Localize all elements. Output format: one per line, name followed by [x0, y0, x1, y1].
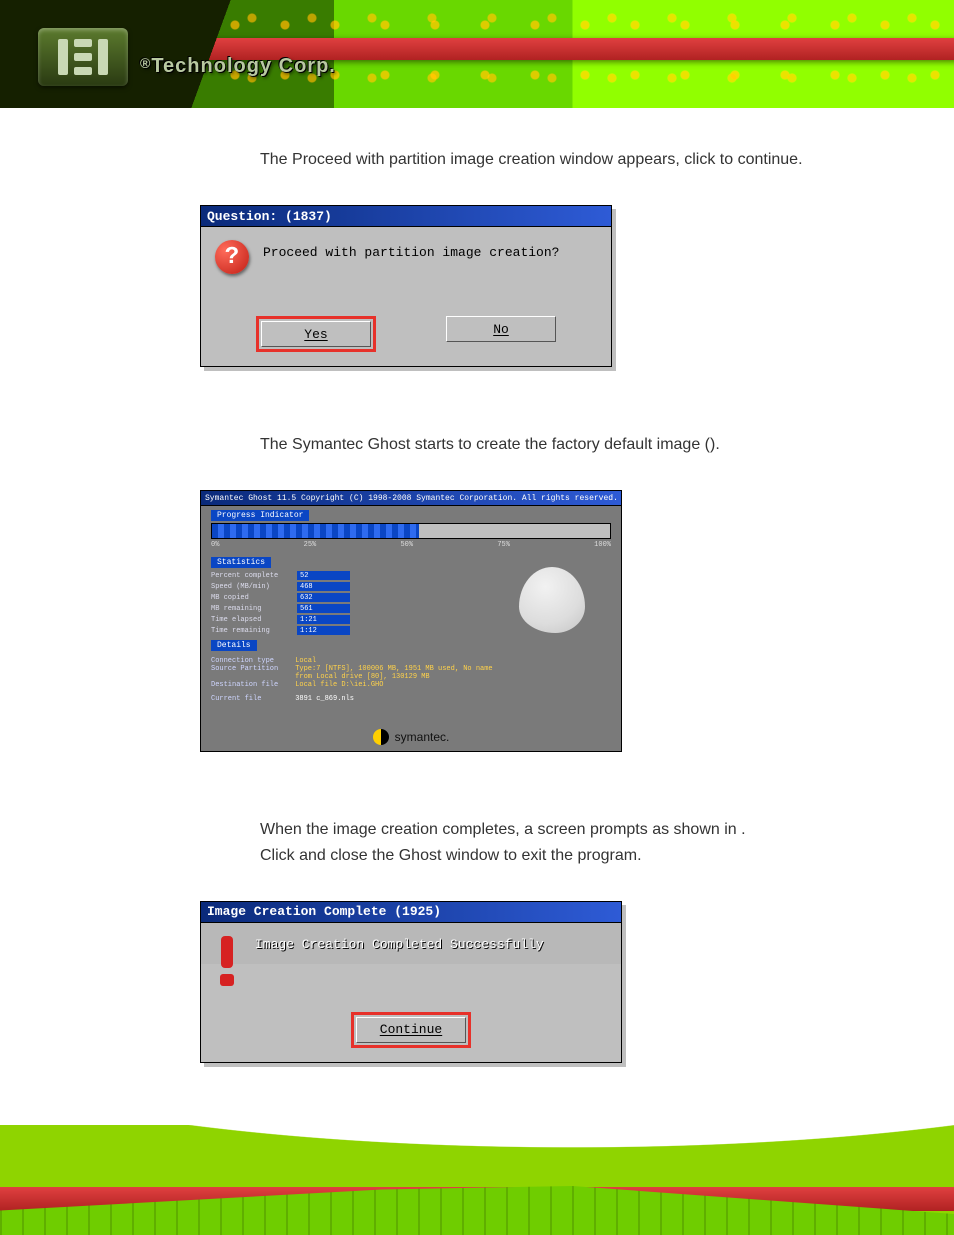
continue-highlight: Continue	[351, 1012, 471, 1048]
symantec-brand: symantec.	[201, 729, 621, 745]
progress-label: Progress Indicator	[211, 510, 309, 521]
step1-text: The Proceed with partition image creatio…	[260, 142, 900, 177]
dialog-title: Image Creation Complete (1925)	[201, 902, 621, 923]
complete-dialog: Image Creation Complete (1925) Image Cre…	[200, 901, 622, 1063]
details-block: Connection type Local Source Partition T…	[211, 657, 611, 703]
iei-logo-watermark	[0, 1125, 130, 1235]
dialog-message: Proceed with partition image creation?	[263, 245, 599, 260]
ghost-title: Symantec Ghost 11.5 Copyright (C) 1998-2…	[201, 491, 621, 506]
continue-button[interactable]: Continue	[356, 1017, 466, 1043]
progress-ticks: 0% 25% 50% 75% 100%	[211, 541, 611, 549]
dialog-message: Image Creation Completed Successfully	[255, 937, 609, 952]
brand-text: ®Technology Corp.	[140, 55, 336, 78]
symantec-swirl-icon	[373, 729, 389, 745]
dialog-title: Question: (1837)	[201, 206, 611, 227]
progress-fill	[212, 524, 419, 538]
step3-line2: Click and close the Ghost window to exit…	[260, 838, 900, 873]
yes-highlight: Yes	[256, 316, 376, 352]
top-banner: ®Technology Corp.	[0, 0, 954, 108]
yes-button[interactable]: Yes	[261, 321, 371, 347]
details-label: Details	[211, 640, 257, 651]
stats-label: Statistics	[211, 557, 271, 568]
ghost-progress-window: Symantec Ghost 11.5 Copyright (C) 1998-2…	[200, 490, 622, 752]
proceed-dialog: Question: (1837) ? Proceed with partitio…	[200, 205, 612, 367]
bottom-banner	[0, 1125, 954, 1235]
iei-logo	[38, 28, 128, 86]
no-button[interactable]: No	[446, 316, 556, 342]
exclamation-icon	[215, 936, 239, 986]
progress-bar	[211, 523, 611, 539]
question-icon: ?	[215, 240, 249, 284]
step2-text: The Symantec Ghost starts to create the …	[260, 427, 900, 462]
